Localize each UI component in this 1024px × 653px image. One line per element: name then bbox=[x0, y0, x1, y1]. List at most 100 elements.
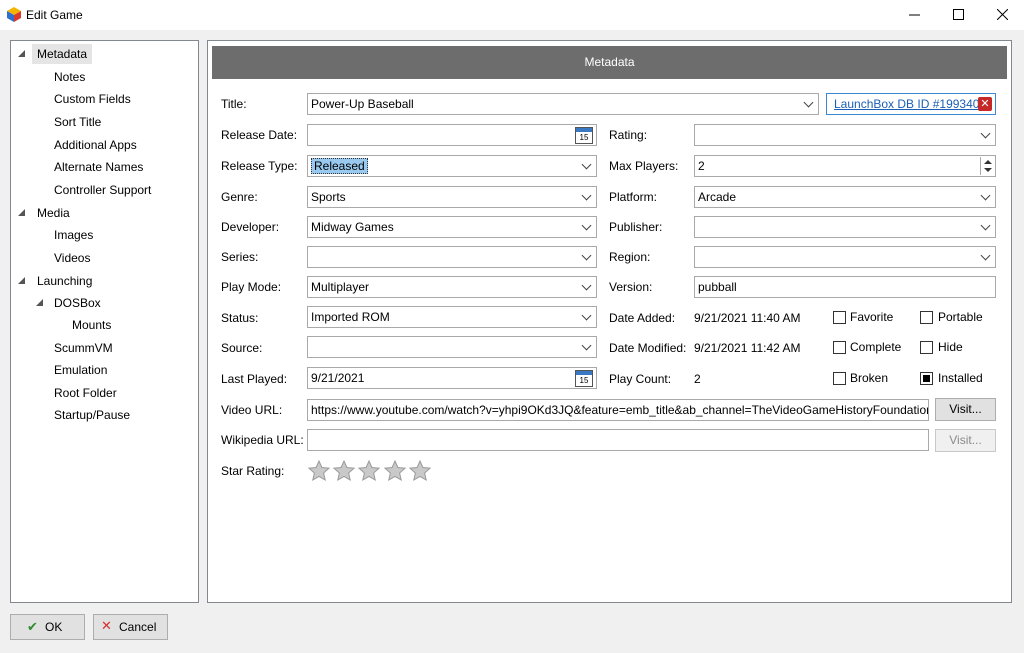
platform-combobox[interactable]: Arcade bbox=[694, 186, 996, 208]
tree-item-alternate-names[interactable]: Alternate Names bbox=[54, 157, 143, 177]
publisher-combobox[interactable] bbox=[694, 216, 996, 238]
tree-item-launching[interactable]: Launching bbox=[37, 271, 92, 291]
region-label: Region: bbox=[609, 250, 651, 264]
tree-item-custom-fields[interactable]: Custom Fields bbox=[54, 89, 131, 109]
star-rating-label: Star Rating: bbox=[221, 464, 285, 478]
status-label: Status: bbox=[221, 311, 259, 325]
favorite-label: Favorite bbox=[850, 310, 894, 324]
minimize-icon bbox=[908, 14, 920, 15]
status-combobox[interactable]: Imported ROM bbox=[307, 306, 597, 328]
release-date-label: Release Date: bbox=[221, 128, 298, 142]
broken-checkbox[interactable] bbox=[833, 372, 846, 385]
navigation-tree: Metadata Notes Custom Fields Sort Title … bbox=[10, 40, 199, 603]
video-url-label: Video URL: bbox=[221, 403, 283, 417]
tree-item-controller-support[interactable]: Controller Support bbox=[54, 180, 151, 200]
tree-item-metadata[interactable]: Metadata bbox=[32, 44, 93, 64]
version-input[interactable]: pubball bbox=[694, 276, 996, 298]
chevron-down-icon bbox=[581, 159, 592, 170]
video-url-value: https://www.youtube.com/watch?v=yhpi9OKd… bbox=[311, 403, 929, 417]
play-mode-value: Multiplayer bbox=[311, 280, 370, 294]
portable-label: Portable bbox=[938, 310, 983, 324]
ok-button[interactable]: ✔ OK bbox=[10, 614, 85, 640]
launchbox-db-link[interactable]: LaunchBox DB ID #199340 bbox=[834, 97, 979, 111]
cancel-button[interactable]: ✕ Cancel bbox=[93, 614, 168, 640]
calendar-icon[interactable]: 15 bbox=[575, 127, 593, 144]
genre-combobox[interactable]: Sports bbox=[307, 186, 597, 208]
tree-item-root-folder[interactable]: Root Folder bbox=[54, 383, 117, 403]
version-label: Version: bbox=[609, 280, 653, 294]
genre-label: Genre: bbox=[221, 190, 258, 204]
spinner-control[interactable] bbox=[980, 157, 994, 175]
chevron-down-icon bbox=[581, 310, 592, 321]
wikipedia-visit-button[interactable]: Visit... bbox=[935, 429, 996, 452]
installed-checkbox[interactable] bbox=[920, 372, 933, 385]
series-label: Series: bbox=[221, 250, 259, 264]
window-title: Edit Game bbox=[26, 8, 83, 22]
play-count-label: Play Count: bbox=[609, 372, 672, 386]
maximize-button[interactable] bbox=[936, 0, 980, 28]
release-type-label: Release Type: bbox=[221, 159, 298, 173]
tree-item-notes[interactable]: Notes bbox=[54, 67, 85, 87]
title-bar: Edit Game bbox=[0, 0, 1024, 30]
genre-value: Sports bbox=[311, 190, 346, 204]
complete-checkbox[interactable] bbox=[833, 341, 846, 354]
calendar-icon[interactable]: 15 bbox=[575, 370, 593, 387]
play-mode-combobox[interactable]: Multiplayer bbox=[307, 276, 597, 298]
star-icon[interactable] bbox=[333, 460, 355, 482]
chevron-down-icon bbox=[980, 250, 991, 261]
hide-checkbox[interactable] bbox=[920, 341, 933, 354]
tree-item-startup-pause[interactable]: Startup/Pause bbox=[54, 405, 130, 425]
minimize-button[interactable] bbox=[892, 0, 936, 28]
title-value: Power-Up Baseball bbox=[311, 97, 414, 111]
star-icon[interactable] bbox=[308, 460, 330, 482]
video-visit-button[interactable]: Visit... bbox=[935, 398, 996, 421]
star-icon[interactable] bbox=[409, 460, 431, 482]
remove-link-icon[interactable]: ✕ bbox=[978, 97, 992, 111]
cancel-label: Cancel bbox=[119, 620, 157, 634]
favorite-checkbox[interactable] bbox=[833, 311, 846, 324]
release-type-combobox[interactable]: Released bbox=[307, 155, 597, 177]
expand-arrow-icon[interactable] bbox=[36, 299, 43, 306]
max-players-spinner[interactable]: 2 bbox=[694, 155, 996, 177]
wikipedia-url-input[interactable] bbox=[307, 429, 929, 451]
tree-item-additional-apps[interactable]: Additional Apps bbox=[54, 135, 137, 155]
tree-item-images[interactable]: Images bbox=[54, 225, 93, 245]
developer-combobox[interactable]: Midway Games bbox=[307, 216, 597, 238]
max-players-label: Max Players: bbox=[609, 159, 679, 173]
close-icon bbox=[996, 8, 1008, 20]
installed-label: Installed bbox=[938, 371, 983, 385]
tree-item-mounts[interactable]: Mounts bbox=[72, 315, 111, 335]
spin-down-icon[interactable] bbox=[984, 168, 992, 172]
spin-up-icon[interactable] bbox=[984, 160, 992, 164]
source-combobox[interactable] bbox=[307, 336, 597, 358]
chevron-down-icon bbox=[581, 280, 592, 291]
region-combobox[interactable] bbox=[694, 246, 996, 268]
tree-item-dosbox[interactable]: DOSBox bbox=[54, 293, 101, 313]
chevron-down-icon bbox=[980, 220, 991, 231]
tree-item-scummvm[interactable]: ScummVM bbox=[54, 338, 113, 358]
title-combobox[interactable]: Power-Up Baseball bbox=[307, 93, 819, 115]
tree-item-media[interactable]: Media bbox=[37, 203, 70, 223]
source-label: Source: bbox=[221, 341, 263, 355]
star-icon[interactable] bbox=[358, 460, 380, 482]
rating-combobox[interactable] bbox=[694, 124, 996, 146]
video-url-input[interactable]: https://www.youtube.com/watch?v=yhpi9OKd… bbox=[307, 399, 929, 421]
star-icon[interactable] bbox=[384, 460, 406, 482]
expand-arrow-icon[interactable] bbox=[18, 50, 25, 57]
date-modified-label: Date Modified: bbox=[609, 341, 687, 355]
expand-arrow-icon[interactable] bbox=[18, 209, 25, 216]
release-date-picker[interactable]: 15 bbox=[307, 124, 597, 146]
tree-item-emulation[interactable]: Emulation bbox=[54, 360, 107, 380]
developer-label: Developer: bbox=[221, 220, 280, 234]
expand-arrow-icon[interactable] bbox=[18, 277, 25, 284]
portable-checkbox[interactable] bbox=[920, 311, 933, 324]
wikipedia-url-label: Wikipedia URL: bbox=[221, 433, 304, 447]
chevron-down-icon bbox=[980, 190, 991, 201]
tree-item-videos[interactable]: Videos bbox=[54, 248, 90, 268]
close-button[interactable] bbox=[980, 0, 1024, 28]
tree-item-sort-title[interactable]: Sort Title bbox=[54, 112, 101, 132]
series-combobox[interactable] bbox=[307, 246, 597, 268]
last-played-picker[interactable]: 9/21/2021 15 bbox=[307, 367, 597, 389]
last-played-value: 9/21/2021 bbox=[311, 371, 365, 385]
title-label: Title: bbox=[221, 97, 247, 111]
